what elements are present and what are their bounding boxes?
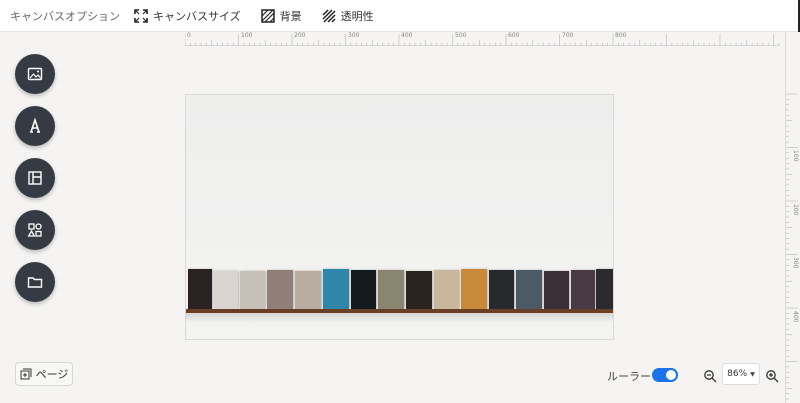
ruler-label: 400 — [792, 311, 799, 323]
ruler-label: 300 — [348, 32, 360, 39]
shapes-icon — [27, 222, 43, 238]
stripes-icon — [322, 8, 336, 23]
ruler-toggle[interactable] — [652, 368, 678, 382]
text-tool-button[interactable] — [15, 106, 55, 146]
ruler-label: 600 — [508, 32, 520, 39]
layout-tool-button[interactable] — [15, 158, 55, 198]
add-page-icon — [20, 368, 32, 380]
zoom-out-button[interactable] — [703, 368, 717, 383]
photo-card — [544, 271, 569, 309]
zoom-in-button[interactable] — [765, 368, 779, 383]
photo-image — [186, 95, 613, 339]
toggle-knob — [666, 370, 676, 380]
photo-card — [434, 270, 459, 309]
photo-card — [406, 271, 432, 309]
photo-card — [351, 270, 376, 309]
shelf-shadow — [186, 313, 613, 323]
photo-card — [214, 271, 238, 309]
folder-tool-button[interactable] — [15, 262, 55, 302]
folder-icon — [27, 274, 43, 290]
image-tool-button[interactable] — [15, 54, 55, 94]
canvas-size-label: キャンバスサイズ — [153, 9, 241, 23]
image-icon — [27, 66, 43, 82]
canvas-size-button[interactable]: キャンバスサイズ — [134, 8, 241, 24]
zoom-value: 86% — [727, 369, 748, 379]
top-toolbar: キャンバスオプション キャンバスサイズ 背景 透明性 — [0, 0, 800, 32]
page-label: ページ — [35, 368, 69, 381]
photo-card — [378, 270, 404, 309]
ruler-label: 100 — [241, 32, 253, 39]
photo-card — [267, 270, 293, 309]
transparency-label: 透明性 — [340, 9, 374, 23]
zoom-in-icon — [765, 368, 779, 387]
background-button[interactable]: 背景 — [260, 8, 302, 24]
shapes-tool-button[interactable] — [15, 210, 55, 250]
background-label: 背景 — [279, 9, 302, 23]
ruler-label: 0 — [187, 32, 191, 39]
ruler-label: 200 — [294, 32, 306, 39]
expand-icon — [134, 8, 148, 23]
photo-card — [461, 269, 487, 309]
ruler-label: 500 — [455, 32, 467, 39]
ruler-label: 100 — [792, 150, 799, 162]
layout-icon — [27, 170, 43, 186]
photo-card — [188, 269, 212, 309]
zoom-out-icon — [703, 368, 717, 387]
ruler-label: 800 — [615, 32, 627, 39]
photo-card — [240, 271, 265, 309]
horizontal-ruler: 0 100 200 300 400 500 600 700 800 — [185, 32, 780, 46]
photo-card — [596, 269, 613, 309]
photo-card — [323, 269, 349, 309]
toolbar-title: キャンバスオプション — [10, 9, 120, 23]
ruler-label: 400 — [401, 32, 413, 39]
chevron-down-icon: ▼ — [750, 370, 755, 378]
ruler-label: 300 — [792, 257, 799, 269]
vertical-ruler: 100 200 300 400 — [785, 32, 800, 403]
photo-card — [295, 271, 321, 309]
transparency-button[interactable]: 透明性 — [322, 8, 374, 24]
photo-card — [571, 270, 595, 309]
canvas-area[interactable] — [185, 94, 614, 340]
text-icon — [27, 118, 43, 134]
photo-card — [489, 270, 514, 309]
ruler-label: 200 — [792, 204, 799, 216]
zoom-select[interactable]: 86% ▼ — [722, 363, 760, 385]
hatched-square-icon — [260, 8, 275, 23]
ruler-label: 700 — [562, 32, 574, 39]
add-page-button[interactable]: ページ — [15, 362, 73, 386]
photo-card — [516, 270, 542, 309]
ruler-toggle-label: ルーラー — [607, 370, 651, 383]
